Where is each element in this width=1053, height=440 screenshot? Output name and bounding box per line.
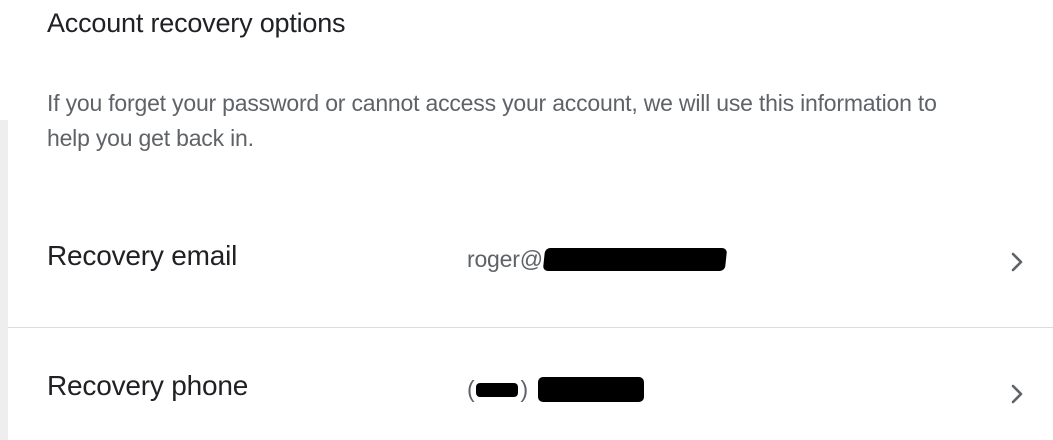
phone-open-paren: (	[467, 376, 475, 402]
recovery-phone-row[interactable]: Recovery phone ( )	[8, 328, 1053, 440]
recovery-email-row[interactable]: Recovery email roger@	[8, 196, 1053, 326]
chevron-right-icon	[1011, 252, 1023, 272]
phone-close-paren: )	[520, 376, 528, 402]
redacted-email-mark	[542, 248, 728, 271]
recovery-email-prefix: roger@	[467, 246, 543, 272]
redacted-area-code-mark	[476, 382, 519, 397]
account-recovery-page: Account recovery options If you forget y…	[0, 0, 1053, 440]
recovery-email-label: Recovery email	[47, 240, 238, 271]
recovery-phone-label: Recovery phone	[47, 370, 249, 401]
section-title: Account recovery options	[47, 8, 346, 38]
recovery-email-value: roger@	[467, 246, 728, 273]
recovery-phone-value: ( )	[467, 376, 644, 403]
chevron-right-icon	[1011, 384, 1023, 404]
left-panel-edge	[0, 120, 8, 440]
redacted-phone-number-mark	[537, 377, 644, 402]
section-description: If you forget your password or cannot ac…	[47, 90, 937, 151]
